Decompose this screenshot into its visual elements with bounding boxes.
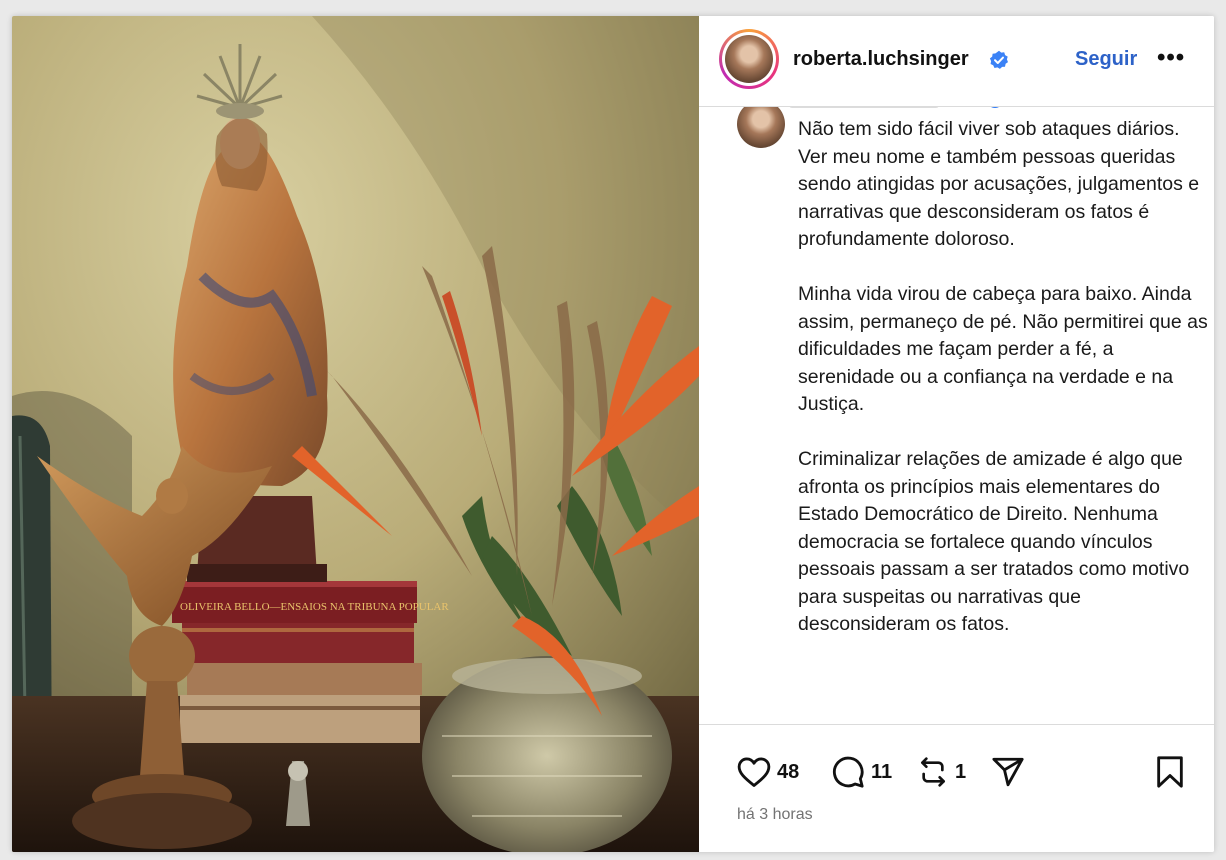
post-photo[interactable]: OLIVEIRA BELLO—ENSAIOS NA TRIBUNA POPULA… [12,16,699,852]
bookmark-icon [1157,756,1183,788]
post-side-panel: Não tem sido fácil viver sob ataques diá… [699,16,1214,852]
follow-button[interactable]: Seguir [1075,48,1137,71]
repost-icon [921,757,945,787]
comment-button[interactable]: 11 [831,755,892,789]
post-actions-bar: 48 11 1 há 3 horas [699,724,1214,852]
caption-author-avatar[interactable] [737,100,785,148]
caption-paragraph: Não tem sido fácil viver sob ataques diá… [798,118,1200,250]
heart-icon [737,757,771,787]
send-icon [992,757,1024,787]
comments-count[interactable]: 11 [871,761,892,784]
author-avatar[interactable] [719,29,779,89]
caption-paragraph: Minha vida virou de cabeça para baixo. A… [798,283,1208,415]
comment-icon [833,756,864,788]
verified-badge-icon [989,50,1008,69]
save-button[interactable] [1155,755,1185,789]
avatar-image [725,35,773,83]
more-options-icon[interactable]: ••• [1157,44,1185,72]
post-caption: Não tem sido fácil viver sob ataques diá… [798,116,1208,666]
post-image: OLIVEIRA BELLO—ENSAIOS NA TRIBUNA POPULA… [12,16,699,852]
like-button[interactable]: 48 [737,755,799,789]
book-spine-text: OLIVEIRA BELLO—ENSAIOS NA TRIBUNA POPULA… [180,601,449,613]
likes-count[interactable]: 48 [777,761,799,784]
author-username[interactable]: roberta.luchsinger [793,48,969,71]
share-button[interactable] [991,755,1025,789]
post-card: OLIVEIRA BELLO—ENSAIOS NA TRIBUNA POPULA… [12,16,1214,852]
repost-button[interactable]: 1 [917,755,966,789]
caption-section: Não tem sido fácil viver sob ataques diá… [699,96,1214,726]
reposts-count[interactable]: 1 [955,761,966,784]
post-header: roberta.luchsinger Seguir ••• [699,16,1214,107]
caption-paragraph: Criminalizar relações de amizade é algo … [798,448,1190,635]
post-timestamp[interactable]: há 3 horas [737,806,813,824]
